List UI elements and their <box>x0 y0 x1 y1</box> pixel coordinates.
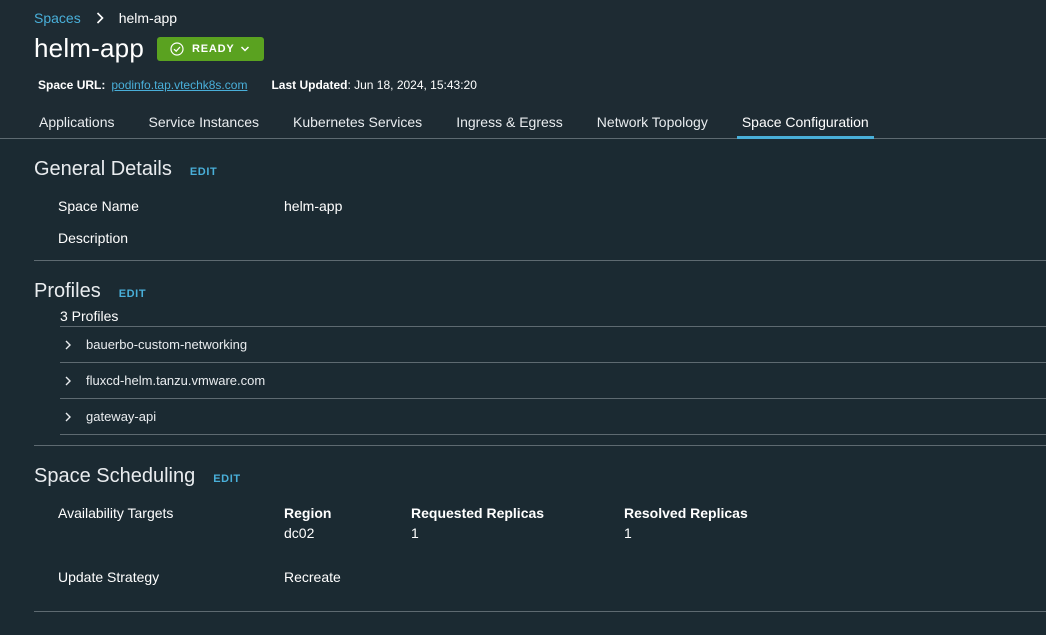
space-scheduling-title: Space Scheduling <box>34 465 196 487</box>
space-name-label: Space Name <box>58 198 139 214</box>
divider <box>34 260 1046 261</box>
breadcrumb: Spaces helm-app <box>34 10 177 26</box>
last-updated-label: Last Updated <box>271 78 348 92</box>
profiles-edit-button[interactable]: EDIT <box>119 288 146 300</box>
space-url-link[interactable]: podinfo.tap.vtechk8s.com <box>111 78 247 92</box>
space-scheduling-edit-button[interactable]: EDIT <box>213 473 240 485</box>
last-updated-value: : Jun 18, 2024, 15:43:20 <box>347 78 477 92</box>
chevron-right-icon <box>65 412 71 421</box>
chevron-down-icon <box>240 45 249 52</box>
chevron-right-icon <box>65 376 71 385</box>
list-item[interactable]: fluxcd-helm.tanzu.vmware.com <box>60 362 1046 398</box>
general-details-section: General Details EDIT <box>34 158 1046 181</box>
chevron-right-icon <box>65 340 71 349</box>
status-label: READY <box>192 42 235 55</box>
profiles-title: Profiles <box>34 280 101 302</box>
availability-targets-label: Availability Targets <box>58 505 174 521</box>
space-meta: Space URL: podinfo.tap.vtechk8s.com Last… <box>38 78 477 92</box>
breadcrumb-current: helm-app <box>118 10 178 26</box>
profile-name: gateway-api <box>86 409 157 424</box>
profile-list: bauerbo-custom-networking fluxcd-helm.ta… <box>60 326 1046 435</box>
list-item[interactable]: gateway-api <box>60 398 1046 435</box>
tab-service-instances[interactable]: Service Instances <box>144 106 265 138</box>
resolved-replicas-value: 1 <box>624 525 632 541</box>
divider <box>34 611 1046 612</box>
space-name-value: helm-app <box>284 198 343 214</box>
space-scheduling-section: Space Scheduling EDIT <box>34 465 1046 488</box>
requested-replicas-column-header: Requested Replicas <box>411 505 545 521</box>
profile-count: 3 Profiles <box>60 308 119 324</box>
profile-name: bauerbo-custom-networking <box>86 337 248 352</box>
tab-network-topology[interactable]: Network Topology <box>592 106 713 138</box>
general-details-title: General Details <box>34 158 172 180</box>
breadcrumb-spaces-link[interactable]: Spaces <box>34 10 81 26</box>
general-details-edit-button[interactable]: EDIT <box>190 166 217 178</box>
tab-space-configuration[interactable]: Space Configuration <box>736 106 874 139</box>
space-url-label: Space URL: <box>38 78 106 92</box>
update-strategy-label: Update Strategy <box>58 569 160 585</box>
page-title: helm-app <box>34 33 144 63</box>
divider <box>34 445 1046 446</box>
tab-kubernetes-services[interactable]: Kubernetes Services <box>288 106 427 138</box>
region-column-header: Region <box>284 505 332 521</box>
tab-ingress-egress[interactable]: Ingress & Egress <box>451 106 568 138</box>
profiles-section: Profiles EDIT <box>34 280 1046 303</box>
region-value: dc02 <box>284 525 315 541</box>
tab-bar: Applications Service Instances Kubernete… <box>0 106 1046 139</box>
list-item[interactable]: bauerbo-custom-networking <box>60 326 1046 362</box>
resolved-replicas-column-header: Resolved Replicas <box>624 505 748 521</box>
status-dropdown-button[interactable]: READY <box>157 36 264 61</box>
chevron-right-icon <box>93 11 107 25</box>
check-circle-icon <box>170 41 184 56</box>
update-strategy-value: Recreate <box>284 569 341 585</box>
tab-applications[interactable]: Applications <box>34 106 120 138</box>
profile-name: fluxcd-helm.tanzu.vmware.com <box>86 373 266 388</box>
description-label: Description <box>58 230 129 246</box>
requested-replicas-value: 1 <box>411 525 419 541</box>
page-header: Spaces helm-app helm-app READY Space URL… <box>0 0 1046 139</box>
